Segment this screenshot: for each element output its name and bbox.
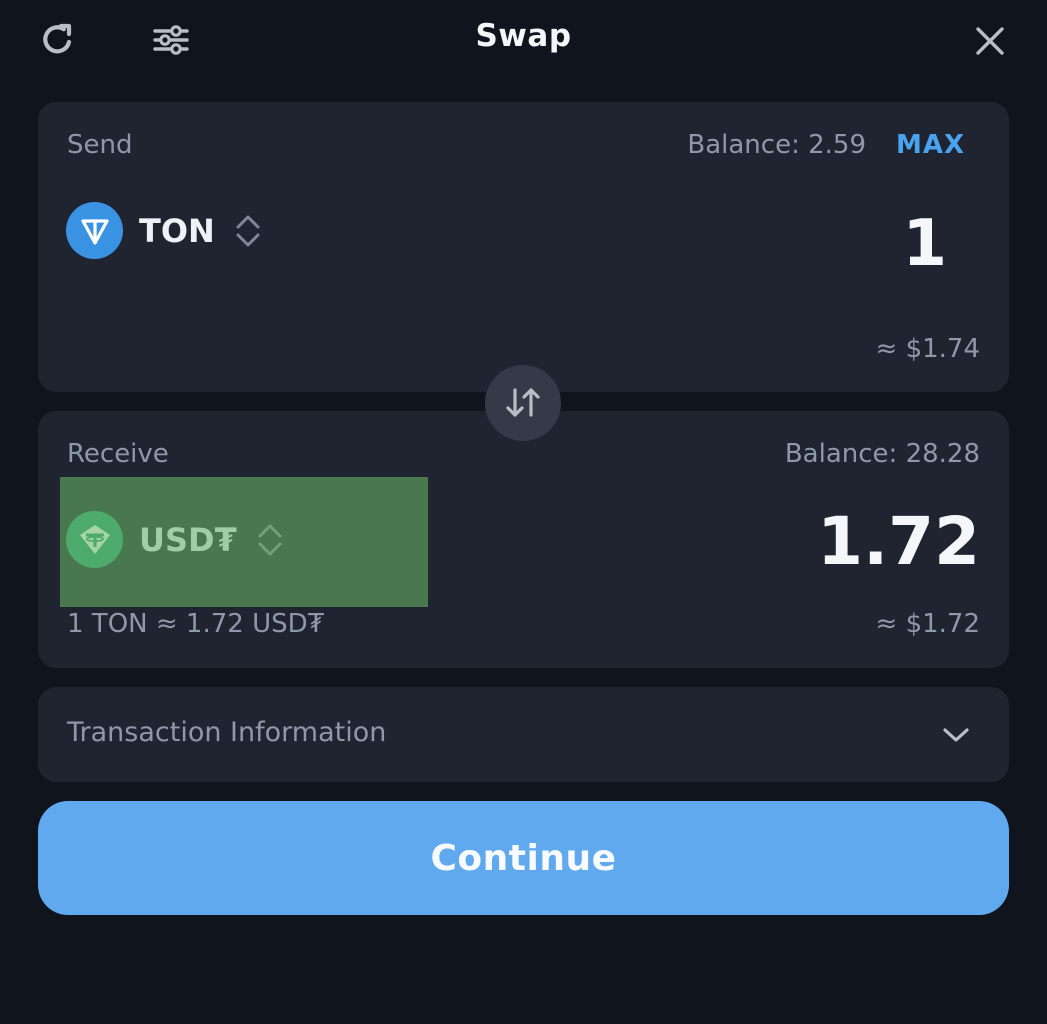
page-title: Swap (475, 18, 572, 54)
close-icon (976, 27, 1004, 55)
swap-direction-button[interactable] (485, 365, 561, 441)
receive-token-selector[interactable]: USD₮ (66, 511, 285, 568)
max-button[interactable]: MAX (896, 130, 965, 160)
transaction-info-toggle[interactable]: Transaction Information (38, 687, 1009, 782)
receive-fiat-value: ≈ $1.72 (875, 609, 980, 639)
transaction-info-label: Transaction Information (67, 717, 387, 748)
receive-amount: 1.72 (817, 503, 980, 580)
ton-logo-icon (66, 202, 123, 259)
send-label: Send (67, 130, 133, 160)
usdt-logo-icon (66, 511, 123, 568)
exchange-rate: 1 TON ≈ 1.72 USD₮ (67, 609, 325, 639)
chevron-down-icon (943, 728, 969, 742)
receive-balance: Balance: 28.28 (784, 439, 980, 469)
close-button[interactable] (967, 18, 1013, 64)
continue-button[interactable]: Continue (38, 801, 1009, 915)
send-amount[interactable]: 1 (902, 207, 947, 281)
receive-card: Receive Balance: 28.28 USD₮ 1.72 1 TON ≈… (38, 411, 1009, 668)
send-fiat-value: ≈ $1.74 (875, 334, 980, 364)
receive-label: Receive (67, 439, 169, 469)
receive-token-symbol: USD₮ (139, 520, 237, 559)
swap-arrows-icon (506, 388, 540, 417)
send-card: Send Balance: 2.59 MAX TON 1 ≈ $1.74 (38, 102, 1009, 392)
chevron-up-down-icon (255, 522, 285, 558)
chevron-up-down-icon (233, 213, 263, 249)
send-balance: Balance: 2.59 (687, 130, 866, 160)
send-token-selector[interactable]: TON (66, 202, 263, 259)
send-token-symbol: TON (139, 211, 215, 250)
